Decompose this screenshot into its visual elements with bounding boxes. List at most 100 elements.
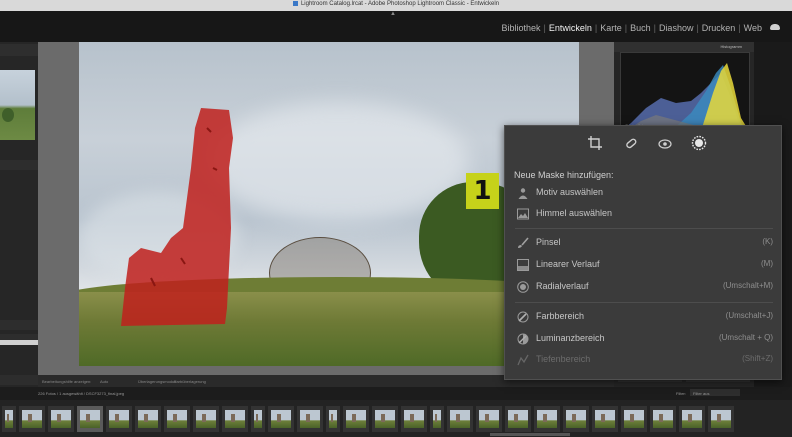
- module-entwickeln[interactable]: Entwickeln: [549, 23, 592, 33]
- mask-option-select-sky[interactable]: Himmel auswählen: [515, 206, 773, 222]
- thumbnail-image: [5, 410, 13, 428]
- overlay-mode-value[interactable]: Farbüberlagerung: [174, 379, 206, 384]
- filmstrip-thumbnail[interactable]: [222, 406, 248, 432]
- mask-option-linear-gradient[interactable]: Linearer Verlauf (M): [515, 257, 773, 273]
- thumbnail-image: [22, 410, 42, 428]
- thumbnail-image: [653, 410, 673, 428]
- filmstrip-thumbnail[interactable]: [326, 406, 340, 432]
- thumbnail-image: [595, 410, 615, 428]
- thumbnail-image: [566, 410, 586, 428]
- filmstrip-thumbnail[interactable]: [164, 406, 190, 432]
- filmstrip-thumbnail[interactable]: [343, 406, 369, 432]
- person-icon: [518, 188, 528, 199]
- filmstrip-thumbnail[interactable]: [193, 406, 219, 432]
- filmstrip-thumbnail[interactable]: [592, 406, 618, 432]
- filmstrip-header: 226 Fotos / 1 ausgewählt / DSCF3273_fina…: [0, 387, 792, 400]
- depth-range-icon: [517, 354, 529, 366]
- cloud-sync-icon[interactable]: [770, 24, 780, 30]
- thumbnail-image: [450, 410, 470, 428]
- filmstrip-thumbnail[interactable]: [251, 406, 265, 432]
- module-karte[interactable]: Karte: [600, 23, 622, 33]
- thumbnail-image: [404, 410, 424, 428]
- filmstrip-thumbnail[interactable]: [2, 406, 16, 432]
- healing-icon[interactable]: [623, 135, 639, 151]
- mask-menu-panel: Neue Maske hinzufügen: Motiv auswählen H…: [504, 125, 782, 380]
- thumbnail-image: [80, 410, 100, 428]
- overlay-help-label: Bearbeitungshilfe anzeigen:: [42, 379, 92, 384]
- left-panel: [0, 42, 38, 387]
- redeye-icon[interactable]: [657, 135, 673, 151]
- thumbnail-image: [711, 410, 731, 428]
- filmstrip-thumbnail[interactable]: [430, 406, 444, 432]
- filter-label: Filter:: [676, 391, 686, 396]
- step-callout-badge: 1: [466, 173, 499, 209]
- module-bibliothek[interactable]: Bibliothek: [501, 23, 540, 33]
- histogram-label: Histogramm: [720, 44, 742, 49]
- filmstrip-thumbnail[interactable]: [708, 406, 734, 432]
- mask-option-luminance-range[interactable]: Luminanzbereich (Umschalt + Q): [515, 331, 773, 347]
- module-drucken[interactable]: Drucken: [702, 23, 736, 33]
- module-diashow[interactable]: Diashow: [659, 23, 694, 33]
- mask-panel-title: Neue Maske hinzufügen:: [514, 170, 614, 180]
- filter-select[interactable]: Filter aus: [690, 389, 740, 396]
- thumbnail-image: [167, 410, 187, 428]
- filmstrip-thumbnail[interactable]: [534, 406, 560, 432]
- filmstrip-thumbnail[interactable]: [447, 406, 473, 432]
- crop-icon[interactable]: [587, 135, 603, 151]
- navigator-preview[interactable]: [0, 70, 35, 140]
- module-web[interactable]: Web: [744, 23, 762, 33]
- histogram-header[interactable]: Histogramm: [614, 42, 754, 52]
- filmstrip: [0, 400, 792, 437]
- thumbnail-image: [375, 410, 395, 428]
- sky-icon: [517, 208, 529, 220]
- filmstrip-thumbnail[interactable]: [476, 406, 502, 432]
- filmstrip-thumbnail[interactable]: [48, 406, 74, 432]
- navigator-header[interactable]: [0, 44, 38, 56]
- mask-option-color-range[interactable]: Farbbereich (Umschalt+J): [515, 309, 773, 325]
- mask-tool-row: [505, 126, 781, 160]
- thumbnail-image: [225, 410, 245, 428]
- thumbnail-image: [51, 410, 71, 428]
- filmstrip-thumbnail[interactable]: [19, 406, 45, 432]
- window-title: Lightroom Catalog.lrcat - Adobe Photosho…: [300, 1, 500, 8]
- thumbnail-image: [196, 410, 216, 428]
- filmstrip-thumbnail[interactable]: [268, 406, 294, 432]
- mask-option-depth-range: Tiefenbereich (Shift+Z): [515, 352, 773, 368]
- collapse-top-panel-icon[interactable]: ▲: [390, 11, 396, 17]
- thumbnail-image: [109, 410, 129, 428]
- filmstrip-scrollbar[interactable]: [490, 433, 570, 436]
- overlay-help-value[interactable]: Auto: [100, 379, 108, 384]
- mask-option-select-subject[interactable]: Motiv auswählen: [515, 185, 773, 201]
- module-buch[interactable]: Buch: [630, 23, 651, 33]
- thumbnail-image: [508, 410, 528, 428]
- thumbnail-image: [138, 410, 158, 428]
- filmstrip-thumbnail[interactable]: [621, 406, 647, 432]
- filmstrip-thumbnail[interactable]: [679, 406, 705, 432]
- left-panel-section[interactable]: [0, 160, 38, 170]
- filmstrip-source-path[interactable]: 226 Fotos / 1 ausgewählt / DSCF3273_fina…: [38, 391, 124, 396]
- thumbnail-image: [329, 410, 337, 428]
- module-bar: ▲ Bibliothek | Entwickeln | Karte | Buch | Diash…: [0, 11, 792, 42]
- window-title-bar: Lightroom Catalog.lrcat - Adobe Photosho…: [0, 0, 792, 11]
- filmstrip-thumbnail[interactable]: [106, 406, 132, 432]
- mask-option-radial-gradient[interactable]: Radialverlauf (Umschalt+M): [515, 279, 773, 295]
- thumbnail-image: [300, 410, 320, 428]
- left-panel-button[interactable]: [0, 375, 38, 385]
- histogram: Originalfoto: [620, 52, 750, 132]
- filmstrip-thumbnail[interactable]: [650, 406, 676, 432]
- filmstrip-thumbnail[interactable]: [77, 406, 103, 432]
- radial-gradient-icon: [517, 281, 529, 293]
- thumbnail-image: [346, 410, 366, 428]
- filmstrip-thumbnail[interactable]: [135, 406, 161, 432]
- thumbnail-image: [624, 410, 644, 428]
- filmstrip-thumbnail[interactable]: [297, 406, 323, 432]
- masking-icon[interactable]: [691, 135, 707, 151]
- filmstrip-thumbnail[interactable]: [505, 406, 531, 432]
- filmstrip-thumbnail[interactable]: [401, 406, 427, 432]
- filmstrip-thumbnail[interactable]: [372, 406, 398, 432]
- subject-mask-overlay: [121, 108, 233, 326]
- left-panel-section[interactable]: [0, 320, 38, 330]
- mask-option-brush[interactable]: Pinsel (K): [515, 235, 773, 251]
- filmstrip-thumbnail[interactable]: [563, 406, 589, 432]
- thumbnail-image: [479, 410, 499, 428]
